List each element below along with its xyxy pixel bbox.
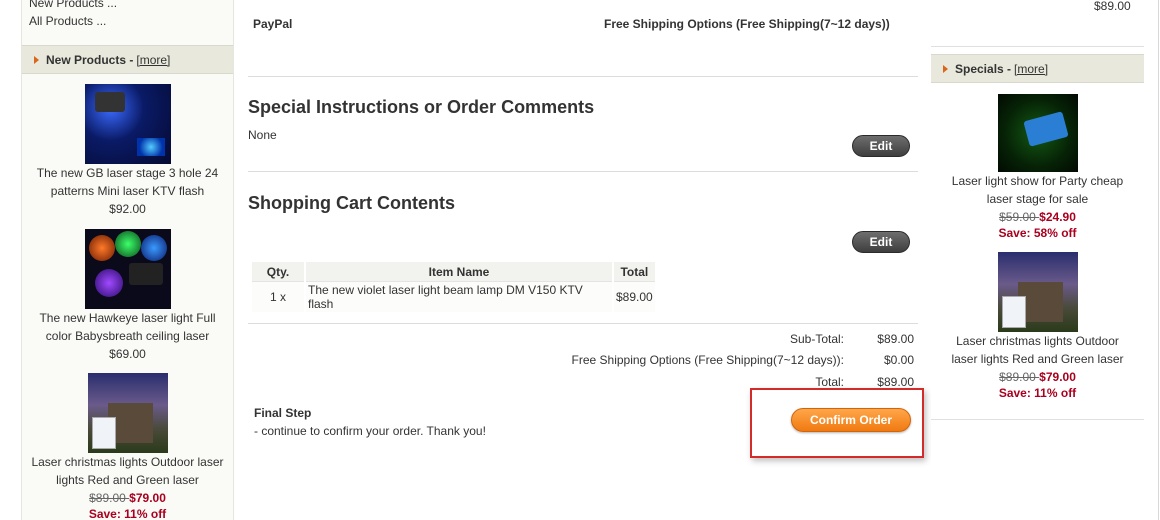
product-price-row: $59.00 $24.90: [931, 208, 1144, 226]
cart-title: Shopping Cart Contents: [248, 193, 455, 213]
link-all-products[interactable]: All Products ...: [29, 12, 117, 30]
product-card[interactable]: Laser light show for Party cheap laser s…: [931, 94, 1144, 240]
column-header-item: Item Name: [306, 262, 612, 282]
arrow-right-icon: [34, 55, 39, 64]
product-card[interactable]: The new Hawkeye laser light Full color B…: [22, 229, 233, 363]
arrow-right-icon: [943, 64, 948, 73]
divider: [248, 171, 918, 172]
product-name[interactable]: Laser christmas lights Outdoor laser lig…: [22, 453, 233, 489]
sale-price: $79.00: [1039, 370, 1076, 384]
sale-price: $24.90: [1039, 210, 1076, 224]
product-name[interactable]: The new Hawkeye laser light Full color B…: [22, 309, 233, 345]
shipping-row: Free Shipping Options (Free Shipping(7~1…: [572, 353, 914, 371]
comments-text: None: [248, 128, 277, 142]
cart-table-header: Qty. Item Name Total: [252, 262, 655, 282]
divider: [931, 46, 1144, 47]
product-price: $92.00: [109, 202, 146, 216]
column-header-total: Total: [614, 262, 655, 282]
shipping-total-value: $0.00: [883, 353, 914, 367]
save-badge: Save: 58% off: [998, 226, 1077, 240]
cart-item-total: $89.00: [614, 282, 655, 312]
cart-table: Qty. Item Name Total 1 x The new violet …: [250, 262, 657, 312]
final-step-text: - continue to confirm your order. Thank …: [254, 424, 486, 438]
product-name[interactable]: Laser light show for Party cheap laser s…: [931, 172, 1144, 208]
product-card[interactable]: Laser christmas lights Outdoor laser lig…: [22, 373, 233, 520]
payment-method: PayPal: [253, 17, 293, 31]
final-step-title: Final Step: [254, 406, 312, 420]
table-row: 1 x The new violet laser light beam lamp…: [252, 282, 655, 312]
page-border: [1158, 0, 1159, 520]
top-price: $89.00: [1094, 0, 1131, 13]
old-price: $59.00: [999, 210, 1040, 224]
product-price: $69.00: [109, 347, 146, 361]
new-products-header: New Products - [more]: [22, 45, 233, 74]
save-badge: Save: 11% off: [88, 507, 167, 520]
specials-header: Specials - [more]: [931, 54, 1144, 83]
category-links: New Products ... All Products ...: [29, 0, 117, 30]
product-image[interactable]: [84, 229, 171, 309]
cart-qty: 1 x: [252, 282, 304, 312]
column-header-qty: Qty.: [252, 262, 304, 282]
new-products-title: New Products -: [46, 52, 134, 67]
specials-more-link[interactable]: [more]: [1014, 62, 1048, 76]
left-sidebar: New Products ... All Products ... New Pr…: [21, 0, 234, 520]
product-image[interactable]: [997, 94, 1078, 172]
divider: [248, 323, 918, 324]
divider: [248, 76, 918, 77]
divider: [931, 419, 1144, 420]
edit-cart-button[interactable]: Edit: [852, 231, 910, 253]
subtotal-row: Sub-Total: $89.00: [790, 332, 914, 350]
sale-price: $79.00: [129, 491, 166, 505]
old-price: $89.00: [999, 370, 1040, 384]
shipping-total-label: Free Shipping Options (Free Shipping(7~1…: [571, 353, 844, 367]
right-sidebar: Specials - [more] Laser light show for P…: [931, 0, 1144, 520]
product-name[interactable]: The new GB laser stage 3 hole 24 pattern…: [22, 164, 233, 200]
product-price-row: $89.00 $79.00: [931, 368, 1144, 386]
specials-title: Specials -: [955, 61, 1012, 76]
product-card[interactable]: The new GB laser stage 3 hole 24 pattern…: [22, 84, 233, 218]
new-products-more-link[interactable]: [more]: [136, 53, 170, 67]
link-new-products[interactable]: New Products ...: [29, 0, 117, 12]
subtotal-value: $89.00: [877, 332, 914, 346]
subtotal-label: Sub-Total:: [789, 332, 844, 346]
shipping-method: Free Shipping Options (Free Shipping(7~1…: [604, 17, 890, 31]
old-price: $89.00: [89, 491, 130, 505]
confirm-order-button[interactable]: Confirm Order: [791, 408, 911, 432]
product-name[interactable]: Laser christmas lights Outdoor laser lig…: [931, 332, 1144, 368]
product-image[interactable]: [997, 252, 1078, 332]
save-badge: Save: 11% off: [998, 386, 1077, 400]
product-image[interactable]: [84, 84, 171, 164]
product-image[interactable]: [87, 373, 168, 453]
product-price-row: $89.00 $79.00: [22, 489, 233, 507]
comments-title: Special Instructions or Order Comments: [248, 97, 595, 117]
product-card[interactable]: Laser christmas lights Outdoor laser lig…: [931, 252, 1144, 400]
edit-comments-button[interactable]: Edit: [852, 135, 910, 157]
cart-item-name[interactable]: The new violet laser light beam lamp DM …: [306, 282, 612, 312]
